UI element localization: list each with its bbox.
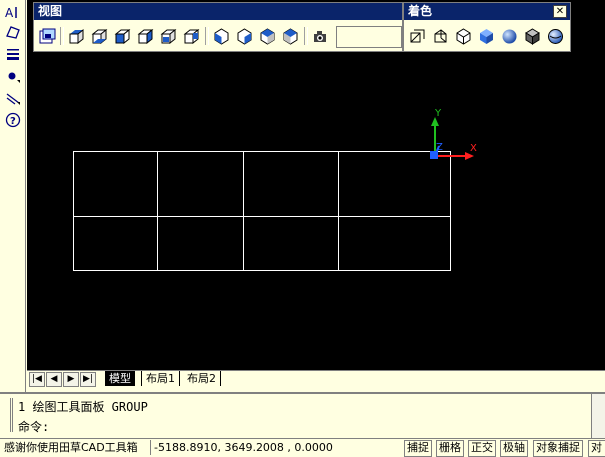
bottom-view-icon[interactable] (89, 25, 109, 47)
otrack-button[interactable]: 对 (588, 440, 605, 457)
svg-text:A: A (5, 6, 14, 20)
gouraud-shaded-edges-icon[interactable] (545, 25, 565, 47)
leader-icon[interactable] (3, 88, 23, 108)
view-toolbar-titlebar[interactable]: 视图 (34, 3, 402, 20)
close-icon[interactable]: ✕ (553, 5, 567, 18)
flat-shaded-edges-icon[interactable] (522, 25, 542, 47)
back-view-icon[interactable] (181, 25, 201, 47)
polar-button[interactable]: 极轴 (500, 440, 528, 457)
coordinate-readout: -5188.8910, 3649.2008 , 0.0000 (150, 440, 404, 455)
shade-toolbar-titlebar[interactable]: 着色 ✕ (404, 3, 570, 20)
se-iso-view-icon[interactable] (234, 25, 254, 47)
top-view-icon[interactable] (66, 25, 86, 47)
right-view-icon[interactable] (135, 25, 155, 47)
flat-shaded-icon[interactable] (476, 25, 496, 47)
status-bar: 感谢你使用田草CAD工具箱 -5188.8910, 3649.2008 , 0.… (0, 438, 605, 457)
left-toolbar: A ? (0, 0, 26, 392)
front-view-icon[interactable] (158, 25, 178, 47)
nw-iso-view-icon[interactable] (280, 25, 300, 47)
shade-toolbar-title: 着色 (408, 4, 433, 18)
gouraud-shaded-icon[interactable] (499, 25, 519, 47)
3d-wireframe-icon[interactable] (430, 25, 450, 47)
svg-text:?: ? (10, 116, 16, 127)
ucs-icon (430, 117, 474, 160)
last-tab-button[interactable]: ▶| (80, 372, 96, 387)
toolbar-separator (60, 27, 64, 45)
status-message: 感谢你使用田草CAD工具箱 (4, 441, 138, 454)
view-toolbar: 视图 (33, 2, 403, 52)
view-toolbar-title: 视图 (38, 4, 63, 18)
first-tab-button[interactable]: |◀ (29, 372, 45, 387)
toolbar-separator (205, 27, 209, 45)
polygon-icon[interactable] (3, 22, 23, 42)
tab-model[interactable]: 模型 (105, 371, 135, 386)
command-history-line: 1 绘图工具面板 GROUP (18, 400, 148, 414)
point-icon[interactable] (3, 66, 23, 86)
hidden-icon[interactable] (453, 25, 473, 47)
rectangle-grid-drawing (73, 151, 451, 271)
command-window: 1 绘图工具面板 GROUP 命令: (0, 392, 605, 438)
layout-tabs-bar: |◀ ◀ ▶ ▶| 模型 布局1 布局2 (27, 370, 605, 387)
grid-button[interactable]: 栅格 (436, 440, 464, 457)
snap-button[interactable]: 捕捉 (404, 440, 432, 457)
sw-iso-view-icon[interactable] (211, 25, 231, 47)
text-icon[interactable]: A (3, 2, 23, 22)
named-views-icon[interactable] (37, 25, 57, 47)
ne-iso-view-icon[interactable] (257, 25, 277, 47)
command-scrollbar[interactable] (591, 394, 605, 438)
tab-layout2[interactable]: 布局2 (183, 371, 221, 386)
drawing-canvas[interactable]: Y X Z (27, 0, 605, 370)
help-icon[interactable]: ? (3, 110, 23, 130)
2d-wireframe-icon[interactable] (407, 25, 427, 47)
next-tab-button[interactable]: ▶ (63, 372, 79, 387)
left-view-icon[interactable] (112, 25, 132, 47)
ortho-button[interactable]: 正交 (468, 440, 496, 457)
camera-icon[interactable] (310, 25, 330, 47)
command-window-grip[interactable] (10, 398, 13, 432)
ucs-x-label: X (470, 143, 477, 154)
drawing-svg (73, 117, 474, 271)
tab-layout1[interactable]: 布局1 (141, 371, 180, 386)
ucs-y-label: Y (435, 108, 442, 119)
view-name-input[interactable] (336, 26, 402, 48)
ucs-z-label: Z (436, 142, 443, 153)
lineweight-icon[interactable] (3, 44, 23, 64)
toolbar-separator (304, 27, 308, 45)
shade-toolbar: 着色 ✕ (403, 2, 571, 52)
osnap-button[interactable]: 对象捕捉 (533, 440, 583, 457)
command-prompt[interactable]: 命令: (18, 418, 49, 435)
prev-tab-button[interactable]: ◀ (46, 372, 62, 387)
